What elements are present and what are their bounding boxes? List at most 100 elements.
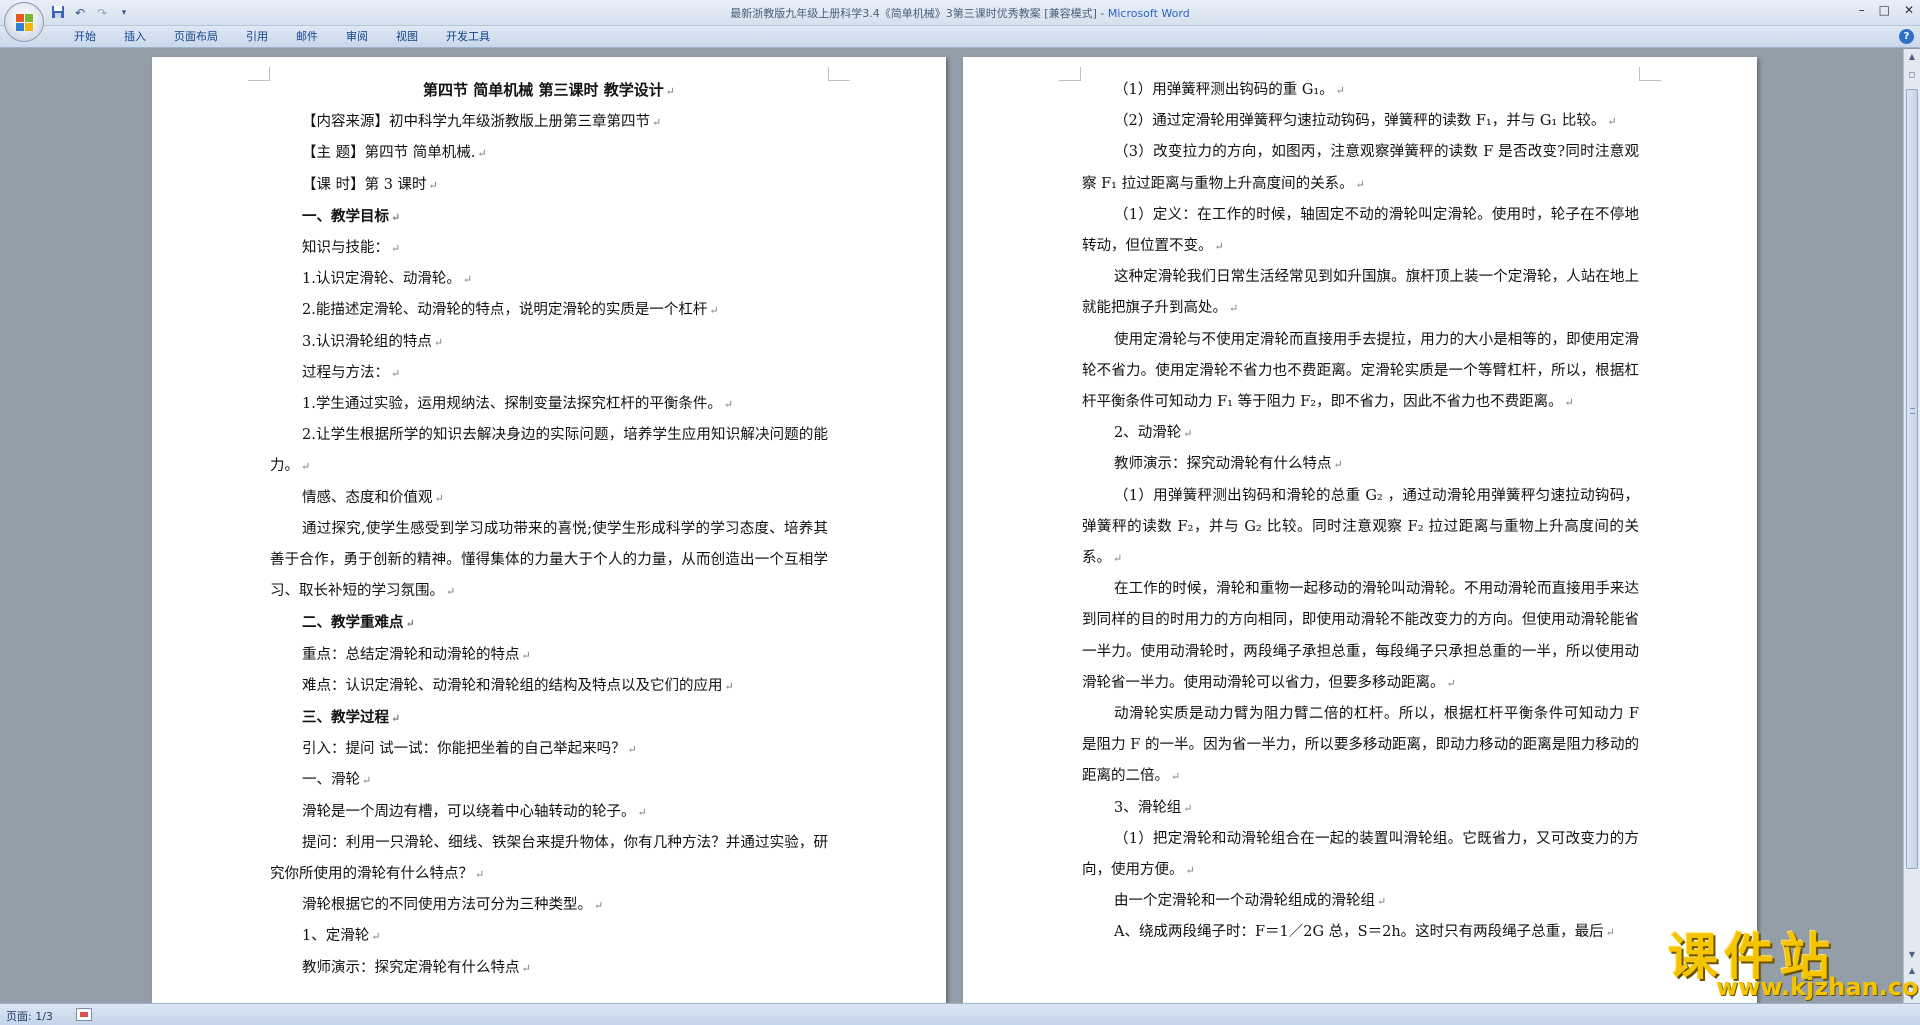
paragraph-mark-icon: ↵ [1564, 396, 1574, 410]
paragraph: （2）通过定滑轮用弹簧秤匀速拉动钩码，弹簧秤的读数 F₁，并与 G₁ 比较。 ↵ [1114, 113, 1617, 130]
scroll-up-icon[interactable]: ▲ [1906, 51, 1918, 63]
paragraph-mark-icon: ↵ [627, 743, 637, 757]
paragraph: 由一个定滑轮和一个动滑轮组成的滑轮组 ↵ [1114, 893, 1387, 910]
paragraph-mark-icon: ↵ [391, 210, 401, 224]
paragraph: 2.能描述定滑轮、动滑轮的特点，说明定滑轮的实质是一个杠杆 ↵ [302, 302, 719, 319]
tab-page-layout[interactable]: 页面布局 [160, 30, 232, 44]
paragraph-mark-icon: ↵ [637, 805, 647, 819]
paragraph-mark-icon: ↵ [433, 335, 444, 349]
paragraph: 引入：提问 试一试：你能把坐着的自己举起来吗？ ↵ [302, 741, 637, 758]
tab-review[interactable]: 审阅 [332, 30, 382, 44]
grip-icon [1910, 408, 1915, 414]
paragraph-mark-icon: ↵ [1335, 84, 1345, 97]
paragraph-mark-icon: ↵ [1113, 552, 1123, 566]
scroll-down-icon[interactable]: ▼ [1906, 949, 1918, 961]
crop-mark [1059, 67, 1081, 81]
paragraph-mark-icon: ↵ [521, 961, 531, 975]
close-button[interactable]: ✕ [1904, 3, 1914, 17]
paragraph-mark-icon: ↵ [405, 617, 415, 631]
office-button[interactable] [4, 2, 44, 42]
page-content[interactable]: （1）用弹簧秤测出钩码的重 G₁。 ↵ （2）通过定滑轮用弹簧秤匀速拉动钩码，弹簧… [1082, 75, 1639, 949]
tab-view[interactable]: 视图 [382, 30, 432, 44]
crop-mark [828, 67, 850, 81]
page-1[interactable]: 第四节 简单机械 第三课时 教学设计 ↵ 【内容来源】初中科学九年级浙教版上册第三… [152, 57, 946, 1003]
document-heading: 第四节 简单机械 第三课时 教学设计 ↵ [423, 81, 675, 99]
paragraph: 知识与技能： ↵ [302, 240, 401, 257]
maximize-button[interactable]: □ [1879, 3, 1890, 17]
paragraph: 提问：利用一只滑轮、细线、铁架台来提升物体，你有几种方法？并通过实验，研究你所使… [270, 834, 828, 883]
page-count[interactable]: 页面: 1/3 [6, 1008, 53, 1024]
paragraph: 2、动滑轮 ↵ [1114, 425, 1193, 442]
macro-recording-icon[interactable] [76, 1008, 92, 1021]
paragraph: （1）用弹簧秤测出钩码和滑轮的总重 G₂ ，通过动滑轮用弹簧秤匀速拉动钩码，弹簧… [1082, 487, 1639, 567]
office-logo-icon [16, 14, 34, 32]
paragraph-mark-icon: ↵ [362, 774, 372, 788]
title-bar: ↶ ↷ ▾ 最新浙教版九年级上册科学3.4《简单机械》3第三课时优秀教案 [兼容… [0, 0, 1920, 42]
paragraph-mark-icon: ↵ [446, 585, 456, 599]
paragraph-mark-icon: ↵ [521, 648, 531, 662]
watermark-url: www.kjzhan.com [1716, 973, 1920, 1001]
paragraph: （1）用弹簧秤测出钩码的重 G₁。 ↵ [1114, 82, 1345, 98]
paragraph: 一、滑轮 ↵ [302, 772, 372, 789]
paragraph-mark-icon: ↵ [1183, 801, 1193, 815]
paragraph-mark-icon: ↵ [1355, 177, 1365, 191]
paragraph: 【课 时】第 3 课时 ↵ [302, 176, 438, 193]
paragraph: 2.让学生根据所学的知识去解决身边的实际问题，培养学生应用知识解决问题的能力。 ↵ [270, 427, 828, 475]
paragraph-mark-icon: ↵ [391, 366, 401, 380]
paragraph: A、绕成两段绳子时：F＝1／2G 总，S＝2h。这时只有两段绳子总重，最后 ↵ [1114, 924, 1615, 941]
window-title: 最新浙教版九年级上册科学3.4《简单机械》3第三课时优秀教案 [兼容模式] - … [0, 5, 1920, 21]
paragraph: 教师演示：探究动滑轮有什么特点 ↵ [1114, 456, 1343, 473]
paragraph-mark-icon: ↵ [724, 679, 734, 693]
paragraph-mark-icon: ↵ [477, 147, 487, 161]
crop-mark [248, 67, 270, 81]
section-heading: 三、教学过程 ↵ [302, 709, 401, 727]
paragraph-mark-icon: ↵ [1607, 115, 1617, 129]
paragraph-mark-icon: ↵ [301, 460, 311, 474]
paragraph-mark-icon: ↵ [723, 398, 734, 412]
paragraph: 3.认识滑轮组的特点 ↵ [302, 333, 444, 350]
paragraph-mark-icon: ↵ [1605, 926, 1615, 940]
paragraph-mark-icon: ↵ [1229, 302, 1239, 316]
page-content[interactable]: 第四节 简单机械 第三课时 教学设计 ↵ 【内容来源】初中科学九年级浙教版上册第三… [270, 75, 828, 984]
paragraph-mark-icon: ↵ [1333, 458, 1343, 472]
paragraph: 滑轮是一个周边有槽，可以绕着中心轴转动的轮子。 ↵ [302, 803, 647, 820]
paragraph: 1、定滑轮 ↵ [302, 928, 381, 945]
paragraph: 情感、态度和价值观 ↵ [302, 489, 444, 506]
paragraph-mark-icon: ↵ [652, 116, 662, 130]
paragraph-mark-icon: ↵ [475, 868, 485, 882]
ruler-toggle-icon[interactable]: ◻ [1906, 69, 1918, 81]
heading-text: 第四节 简单机械 第三课时 教学设计 [423, 81, 664, 99]
paragraph: 1.认识定滑轮、动滑轮。 ↵ [302, 271, 473, 288]
paragraph: 【主 题】第四节 简单机械. ↵ [302, 145, 487, 162]
minimize-button[interactable]: – [1859, 3, 1865, 17]
tab-developer[interactable]: 开发工具 [432, 30, 504, 44]
tab-references[interactable]: 引用 [232, 30, 282, 44]
paragraph: 使用定滑轮与不使用定滑轮而直接用手去提拉，用力的大小是相等的，即使用定滑轮不省力… [1082, 331, 1639, 411]
paragraph-mark-icon: ↵ [1214, 240, 1224, 254]
section-heading: 一、教学目标 ↵ [302, 207, 401, 225]
paragraph: （1）把定滑轮和动滑轮组合在一起的装置叫滑轮组。它既省力，又可改变力的方向，使用… [1082, 830, 1639, 879]
help-icon[interactable]: ? [1899, 29, 1914, 44]
document-title: 最新浙教版九年级上册科学3.4《简单机械》3第三课时优秀教案 [兼容模式] - [730, 7, 1108, 20]
paragraph: 过程与方法： ↵ [302, 364, 401, 381]
vertical-scrollbar[interactable]: ▲ ◻ ▼ ▲ ● ▼ [1903, 49, 1920, 1003]
paragraph-mark-icon: ↵ [1446, 676, 1456, 690]
tab-insert[interactable]: 插入 [110, 30, 160, 44]
paragraph-mark-icon: ↵ [594, 899, 604, 913]
scroll-thumb[interactable] [1906, 89, 1918, 869]
paragraph: 滑轮根据它的不同使用方法可分为三种类型。 ↵ [302, 897, 604, 914]
paragraph: 这种定滑轮我们日常生活经常见到如升国旗。旗杆顶上装一个定滑轮，人站在地上就能把旗… [1082, 269, 1639, 317]
paragraph-mark-icon: ↵ [1171, 770, 1181, 784]
tab-home[interactable]: 开始 [60, 30, 110, 44]
paragraph: 通过探究,使学生感受到学习成功带来的喜悦;使学生形成科学的学习态度、培养其善于合… [270, 520, 828, 600]
paragraph: 教师演示：探究定滑轮有什么特点 ↵ [302, 959, 531, 976]
paragraph: （1）定义：在工作的时候，轴固定不动的滑轮叫定滑轮。使用时，轮子在不停地转动，但… [1082, 206, 1639, 255]
paragraph-mark-icon: ↵ [462, 273, 473, 287]
crop-mark [1639, 67, 1661, 81]
ribbon: 开始 插入 页面布局 引用 邮件 审阅 视图 开发工具 ? [0, 26, 1920, 48]
paragraph: 动滑轮实质是动力臂为阻力臂二倍的杠杆。所以，根据杠杆平衡条件可知动力 F 是阻力… [1082, 706, 1639, 785]
page-2[interactable]: （1）用弹簧秤测出钩码的重 G₁。 ↵ （2）通过定滑轮用弹簧秤匀速拉动钩码，弹簧… [963, 57, 1757, 1003]
tab-mailings[interactable]: 邮件 [282, 30, 332, 44]
paragraph: 难点：认识定滑轮、动滑轮和滑轮组的结构及特点以及它们的应用 ↵ [302, 677, 734, 694]
paragraph-mark-icon: ↵ [1183, 427, 1193, 441]
